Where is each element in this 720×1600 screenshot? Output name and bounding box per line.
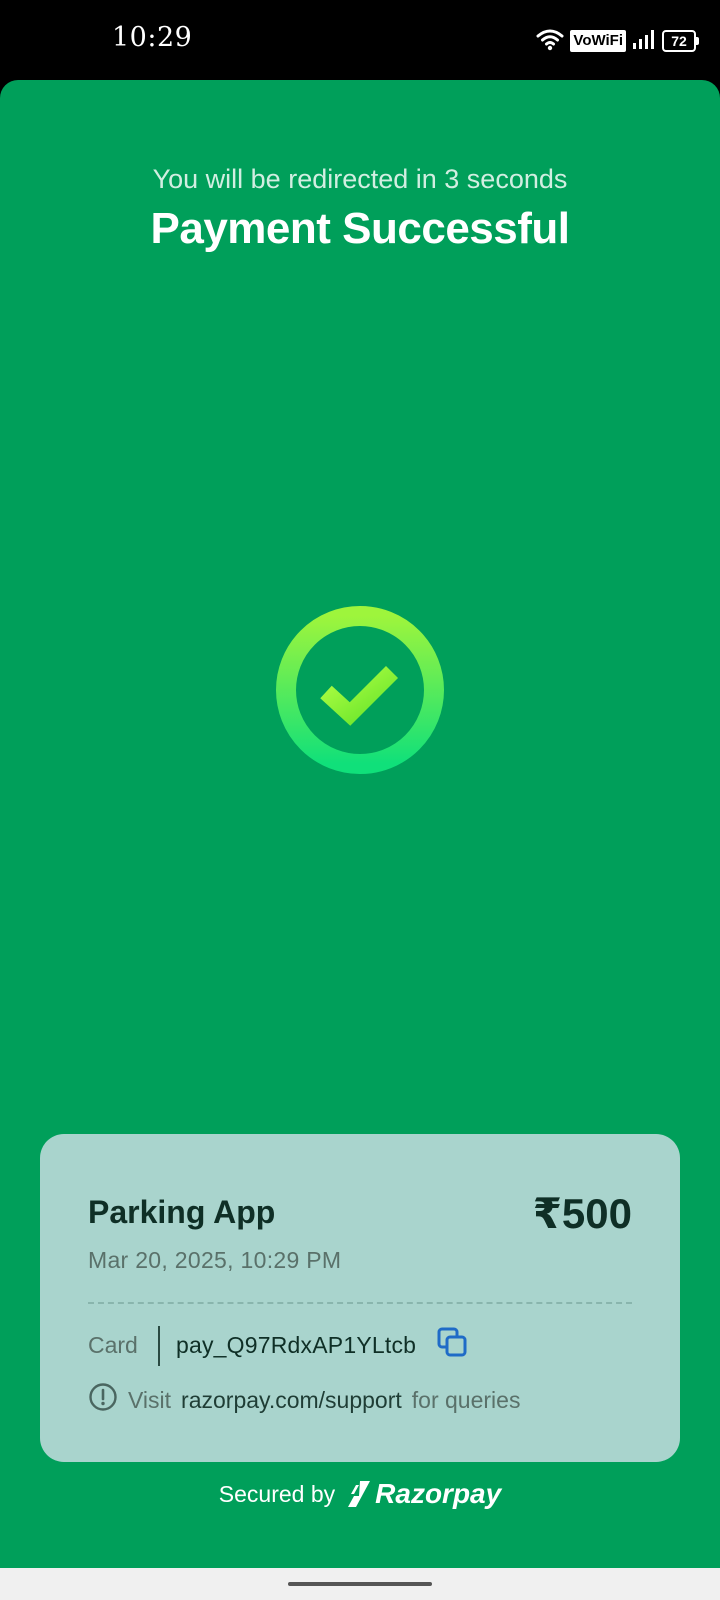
- battery-icon: 72: [662, 30, 699, 52]
- payment-amount: ₹500: [532, 1190, 632, 1237]
- support-note: Visit razorpay.com/support for queries: [88, 1382, 520, 1418]
- wifi-icon: [536, 27, 564, 56]
- navigation-bar: [0, 1568, 720, 1600]
- secured-by-label: Secured by: [218, 1480, 336, 1507]
- info-icon: [88, 1382, 118, 1418]
- redirect-message: You will be redirected in 3 seconds: [152, 164, 568, 194]
- razorpay-wordmark: Razorpay: [375, 1478, 502, 1509]
- vowifi-badge: VoWiFi: [570, 30, 626, 52]
- payment-status-title: Payment Successful: [150, 204, 570, 253]
- payment-success-panel: You will be redirected in 3 seconds Paym…: [0, 80, 720, 1568]
- support-suffix: for queries: [411, 1386, 521, 1413]
- payment-details-card: Parking App ₹500 Mar 20, 2025, 10:29 PM …: [40, 1134, 680, 1462]
- copy-icon[interactable]: [436, 1326, 470, 1360]
- razorpay-logo: Razorpay: [347, 1478, 501, 1510]
- vertical-divider: [158, 1326, 160, 1366]
- support-prefix: Visit: [128, 1386, 172, 1413]
- home-indicator[interactable]: [288, 1582, 432, 1586]
- signal-icon: [632, 28, 656, 55]
- support-link[interactable]: razorpay.com/support: [181, 1387, 402, 1414]
- success-check-icon: [274, 604, 446, 776]
- merchant-name: Parking App: [88, 1194, 276, 1230]
- payment-method: Card: [88, 1332, 138, 1358]
- status-icons: VoWiFi 72: [536, 26, 699, 56]
- secured-by-footer: Secured by Razorpay: [0, 1478, 720, 1510]
- dashed-divider: [88, 1302, 632, 1304]
- status-time: 10:29: [112, 22, 193, 53]
- payment-datetime: Mar 20, 2025, 10:29 PM: [88, 1247, 342, 1273]
- status-bar: 10:29 VoWiFi 72: [0, 0, 720, 80]
- payment-id: pay_Q97RdxAP1YLtcb: [176, 1332, 417, 1358]
